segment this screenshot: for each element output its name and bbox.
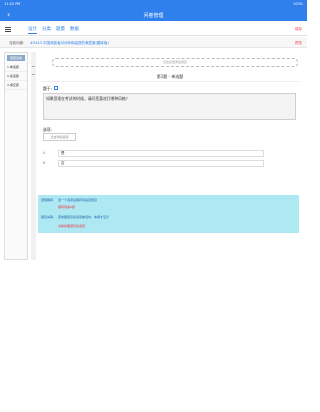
option-tag: A [43,151,46,155]
relation-label: 题目关联: [41,215,55,219]
tab-data[interactable]: 数据 [70,26,79,34]
question-stem-label: 题干: [43,86,52,91]
current-survey-bar: 当前问卷: #3443 中国消费者对动车和高铁的满意度(题库版) 预览 [0,37,307,48]
relation-text[interactable]: 若前面题目某选项被选中，本题才显示 [58,215,109,219]
question-heading: 第1题 - 单选题 [156,74,184,79]
status-time: 11:02 PM [4,2,21,6]
logic-settings-panel: 逻辑跳转: 选一个选项后跳转到指定题目 跳转到第6题 题目关联: 若前面题目某选… [38,195,299,233]
menu-icon[interactable] [5,27,11,32]
relation-link[interactable]: 关联前面题目的选项 [58,224,85,228]
option-tag: B [43,161,46,165]
divider [40,81,300,82]
tab-bar: 设计 分类 题量 数据 [28,26,84,34]
sidebar-head: 题型选择 [7,55,25,61]
toolbar: 设计 分类 题量 数据 保存 [0,24,307,36]
save-button[interactable]: 保存 [295,27,302,32]
sidebar-item-multi[interactable]: 2.多选题 [5,72,27,81]
drag-handle-icon [32,66,35,67]
jump-logic-text[interactable]: 选一个选项后跳转到指定题目 [58,198,97,202]
question-stem-input[interactable]: 如果您现在考试的时候，请问您喜欢打哪种风格? [43,93,296,120]
sidebar-item-single[interactable]: 1.单选题 [5,63,27,72]
panel-separator[interactable] [31,52,36,260]
jump-logic-target[interactable]: 跳转到第6题 [58,205,75,209]
tab-category[interactable]: 分类 [42,26,51,34]
sidebar-item-fill[interactable]: 3.填空题 [5,81,27,90]
preview-button[interactable]: 预览 [295,41,302,46]
question-type-sidebar: 题型选择 1.单选题 2.多选题 3.填空题 [4,52,28,260]
add-question-dropzone[interactable]: 点击这里添加题目 [52,58,298,67]
jump-logic-label: 逻辑跳转: [41,198,55,202]
add-option-button[interactable]: 点击添加选项 [43,133,76,141]
edit-icon[interactable] [54,86,58,90]
current-survey-link[interactable]: #3443 中国消费者对动车和高铁的满意度(题库版) [30,41,109,46]
option-input[interactable]: 是 [58,150,264,157]
tab-count[interactable]: 题量 [56,26,65,34]
question-editor: 点击这里添加题目 第1题 - 单选题 题干: 如果您现在考试的时候，请问您喜欢打… [40,52,300,202]
page-title: 问卷管理 [143,13,164,19]
status-battery: 100% [292,2,303,6]
current-survey-label: 当前问卷: [9,41,25,45]
nav-bar: ‹ 问卷管理 [0,9,307,21]
tab-design[interactable]: 设计 [28,26,37,34]
option-input[interactable]: 否 [58,160,264,167]
status-bar: 11:02 PM 100% [0,0,307,9]
